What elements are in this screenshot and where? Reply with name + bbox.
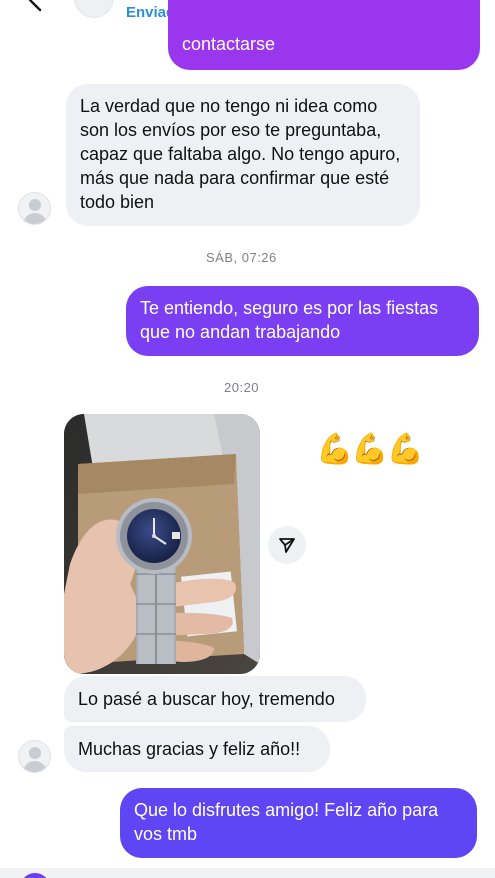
header-avatar[interactable] bbox=[74, 0, 114, 18]
emoji-reaction[interactable]: 💪💪💪 bbox=[316, 432, 424, 467]
timestamp: 20:20 bbox=[224, 380, 260, 395]
message-text: Muchas gracias y feliz año!! bbox=[78, 739, 301, 759]
message-bubble-incoming[interactable]: La verdad que no tengo ni idea como son … bbox=[66, 84, 420, 226]
message-text: contactarse bbox=[182, 34, 276, 54]
message-bubble-outgoing[interactable]: Que lo disfrutes amigo! Feliz año para v… bbox=[120, 788, 477, 858]
message-bubble-outgoing[interactable]: contactarse bbox=[168, 0, 480, 70]
watch-photo-image bbox=[64, 414, 260, 674]
timestamp: SÁB, 07:26 bbox=[206, 250, 277, 265]
avatar-body bbox=[23, 761, 47, 772]
shared-photo[interactable] bbox=[64, 414, 260, 674]
message-text: Que lo disfrutes amigo! Feliz año para v… bbox=[134, 800, 439, 844]
message-bubble-incoming[interactable]: Lo pasé a buscar hoy, tremendo bbox=[64, 676, 366, 722]
message-text: Lo pasé a buscar hoy, tremendo bbox=[78, 689, 335, 709]
avatar-head bbox=[29, 199, 41, 211]
message-text: La verdad que no tengo ni idea como son … bbox=[80, 96, 401, 212]
message-bubble-outgoing[interactable]: Te entiendo, seguro es por las fiestas q… bbox=[126, 286, 479, 356]
chevron-left-icon[interactable] bbox=[22, 0, 48, 14]
avatar-body bbox=[23, 213, 47, 224]
contact-avatar[interactable] bbox=[18, 192, 51, 225]
message-bubble-incoming[interactable]: Muchas gracias y feliz año!! bbox=[64, 726, 330, 772]
message-composer[interactable] bbox=[0, 868, 495, 878]
contact-avatar[interactable] bbox=[18, 740, 51, 773]
share-button[interactable] bbox=[268, 526, 306, 564]
send-icon bbox=[279, 538, 295, 553]
avatar-head bbox=[29, 747, 41, 759]
message-text: Te entiendo, seguro es por las fiestas q… bbox=[140, 298, 439, 342]
